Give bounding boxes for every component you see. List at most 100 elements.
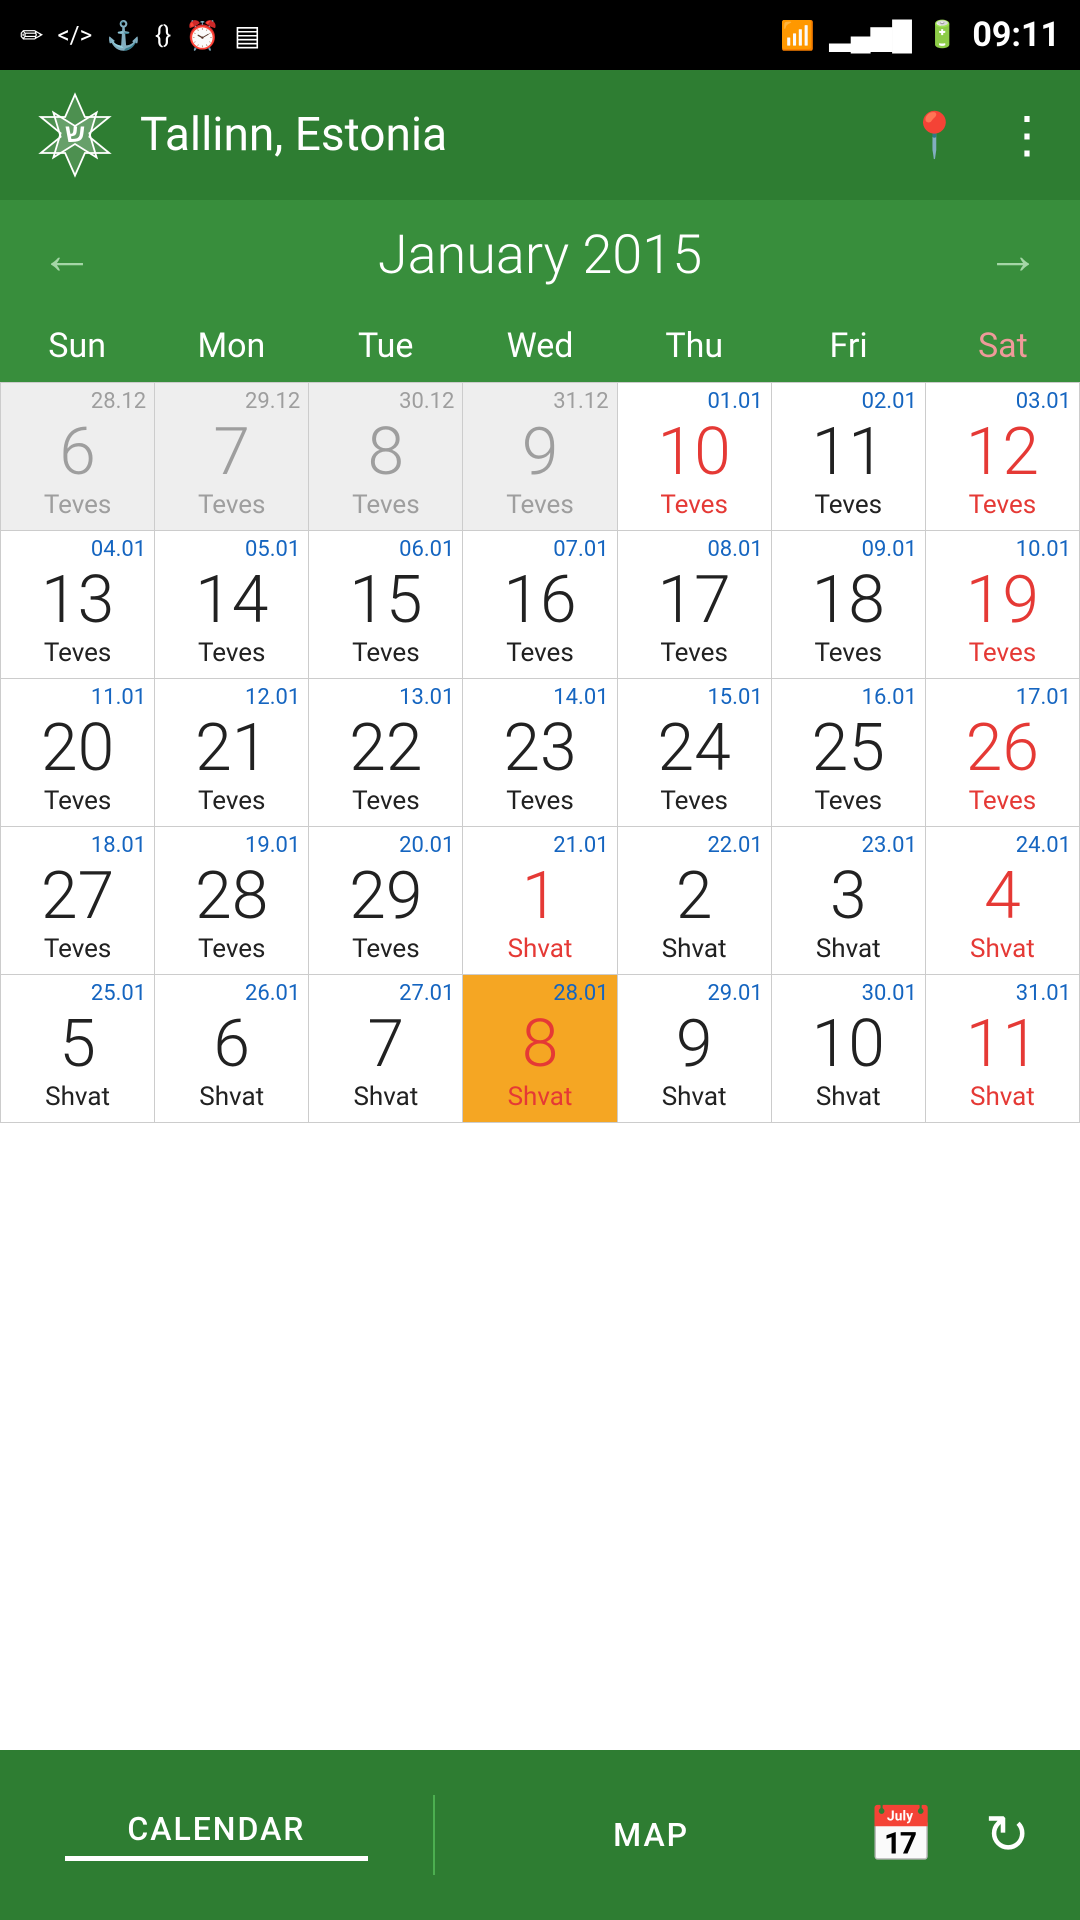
- table-row[interactable]: 13.0122Teves: [309, 679, 463, 827]
- cell-main-num: 10: [658, 420, 731, 486]
- cell-top-date: 02.01: [862, 389, 917, 414]
- table-row[interactable]: 17.0126Teves: [926, 679, 1080, 827]
- cell-main-num: 9: [522, 420, 559, 486]
- cell-main-num: 22: [349, 716, 422, 782]
- table-row[interactable]: 31.0111Shvat: [926, 975, 1080, 1123]
- cell-top-date: 14.01: [553, 685, 608, 710]
- table-row[interactable]: 14.0123Teves: [463, 679, 617, 827]
- cell-top-date: 27.01: [399, 981, 454, 1006]
- cell-hebrew: Shvat: [816, 1082, 881, 1112]
- pencil-icon: ✏: [20, 19, 43, 52]
- table-row[interactable]: 29.12 7 Teves: [155, 383, 309, 531]
- table-row[interactable]: 30.0110Shvat: [772, 975, 926, 1123]
- table-row[interactable]: 31.12 9 Teves: [463, 383, 617, 531]
- status-bar: ✏ </> ⚓ {} ⏰ ▤ 📶 ▂▄▆█ 🔋 09:11: [0, 0, 1080, 70]
- cell-top-date: 17.01: [1016, 685, 1071, 710]
- cell-top-date: 16.01: [862, 685, 917, 710]
- header-icons: 📍 ⋮: [907, 106, 1050, 165]
- cell-top-date: 04.01: [91, 537, 146, 562]
- clock-icon: ⏰: [185, 19, 220, 52]
- cell-top-date: 31.12: [553, 389, 608, 414]
- tab-map[interactable]: MAP: [435, 1770, 868, 1900]
- battery-icon: 🔋: [926, 20, 958, 50]
- more-icon[interactable]: ⋮: [1002, 106, 1050, 165]
- cell-top-date: 29.12: [245, 389, 300, 414]
- day-headers: Sun Mon Tue Wed Thu Fri Sat: [0, 310, 1080, 382]
- day-header-thu: Thu: [617, 310, 771, 382]
- table-row[interactable]: 30.128Teves: [309, 383, 463, 531]
- cell-main-num: 14: [195, 568, 268, 634]
- table-row[interactable]: 24.014Shvat: [926, 827, 1080, 975]
- cell-hebrew: Teves: [198, 934, 266, 964]
- table-row[interactable]: 28.126Teves: [1, 383, 155, 531]
- table-row[interactable]: 08.0117Teves: [618, 531, 772, 679]
- cell-top-date: 24.01: [1016, 833, 1071, 858]
- cell-hebrew: Teves: [44, 934, 112, 964]
- cell-hebrew: Teves: [506, 490, 574, 520]
- calendar-icon[interactable]: 📅: [868, 1804, 935, 1867]
- tab-calendar[interactable]: CALENDAR: [0, 1770, 433, 1900]
- table-row[interactable]: 09.0118Teves: [772, 531, 926, 679]
- table-row[interactable]: 27.017Shvat: [309, 975, 463, 1123]
- cell-main-num: 21: [195, 716, 268, 782]
- cell-hebrew: Shvat: [970, 1082, 1035, 1112]
- cell-top-date: 01.01: [707, 389, 762, 414]
- table-row[interactable]: 16.0125Teves: [772, 679, 926, 827]
- table-row[interactable]: 29.019Shvat: [618, 975, 772, 1123]
- table-row[interactable]: 11.0120Teves: [1, 679, 155, 827]
- bottom-nav-left: CALENDAR MAP: [0, 1770, 868, 1900]
- table-row[interactable]: 25.015Shvat: [1, 975, 155, 1123]
- code-icon: </>: [57, 21, 92, 49]
- cell-main-num: 2: [676, 864, 713, 930]
- cell-top-date: 23.01: [862, 833, 917, 858]
- table-row[interactable]: 26.016Shvat: [155, 975, 309, 1123]
- cell-hebrew: Shvat: [199, 1082, 264, 1112]
- table-row[interactable]: 10.0119Teves: [926, 531, 1080, 679]
- table-row[interactable]: 23.013Shvat: [772, 827, 926, 975]
- cell-top-date: 22.01: [707, 833, 762, 858]
- table-row[interactable]: 15.0124Teves: [618, 679, 772, 827]
- cell-main-num: 7: [213, 420, 250, 486]
- table-row[interactable]: 03.0112Teves: [926, 383, 1080, 531]
- table-row[interactable]: 21.011Shvat: [463, 827, 617, 975]
- cell-top-date: 15.01: [707, 685, 762, 710]
- cell-main-num: 17: [658, 568, 731, 634]
- cell-hebrew: Teves: [352, 490, 420, 520]
- table-row[interactable]: 28.018Shvat: [463, 975, 617, 1123]
- next-month-button[interactable]: →: [986, 224, 1040, 287]
- signal-icon: ▂▄▆█: [829, 19, 912, 52]
- table-row[interactable]: 20.0129Teves: [309, 827, 463, 975]
- cell-main-num: 6: [213, 1012, 250, 1078]
- table-row[interactable]: 12.0121Teves: [155, 679, 309, 827]
- cell-hebrew: Teves: [198, 490, 266, 520]
- table-row[interactable]: 19.0128Teves: [155, 827, 309, 975]
- cell-hebrew: Shvat: [970, 934, 1035, 964]
- prev-month-button[interactable]: ←: [40, 224, 94, 287]
- app-logo: ש: [30, 90, 120, 180]
- cell-top-date: 29.01: [707, 981, 762, 1006]
- table-row[interactable]: 05.0114Teves: [155, 531, 309, 679]
- cell-top-date: 31.01: [1016, 981, 1071, 1006]
- location-icon[interactable]: 📍: [907, 109, 962, 161]
- cell-main-num: 15: [349, 568, 422, 634]
- day-header-sat: Sat: [926, 310, 1080, 382]
- day-header-tue: Tue: [309, 310, 463, 382]
- table-row[interactable]: 04.0113Teves: [1, 531, 155, 679]
- table-row[interactable]: 22.012Shvat: [618, 827, 772, 975]
- table-row[interactable]: 18.0127Teves: [1, 827, 155, 975]
- cell-main-num: 6: [59, 420, 96, 486]
- cell-top-date: 21.01: [553, 833, 608, 858]
- refresh-icon[interactable]: ↻: [985, 1803, 1030, 1867]
- table-row[interactable]: 07.0116Teves: [463, 531, 617, 679]
- table-row[interactable]: 02.0111Teves: [772, 383, 926, 531]
- cell-hebrew: Teves: [44, 490, 112, 520]
- table-row[interactable]: 06.0115Teves: [309, 531, 463, 679]
- cell-top-date: 06.01: [399, 537, 454, 562]
- cell-hebrew: Teves: [815, 490, 883, 520]
- table-row[interactable]: 01.01 10 Teves: [618, 383, 772, 531]
- cell-hebrew: Shvat: [45, 1082, 110, 1112]
- day-header-wed: Wed: [463, 310, 617, 382]
- calendar: Sun Mon Tue Wed Thu Fri Sat 28.126Teves2…: [0, 310, 1080, 1123]
- cell-hebrew: Teves: [660, 490, 728, 520]
- cell-hebrew: Shvat: [508, 934, 573, 964]
